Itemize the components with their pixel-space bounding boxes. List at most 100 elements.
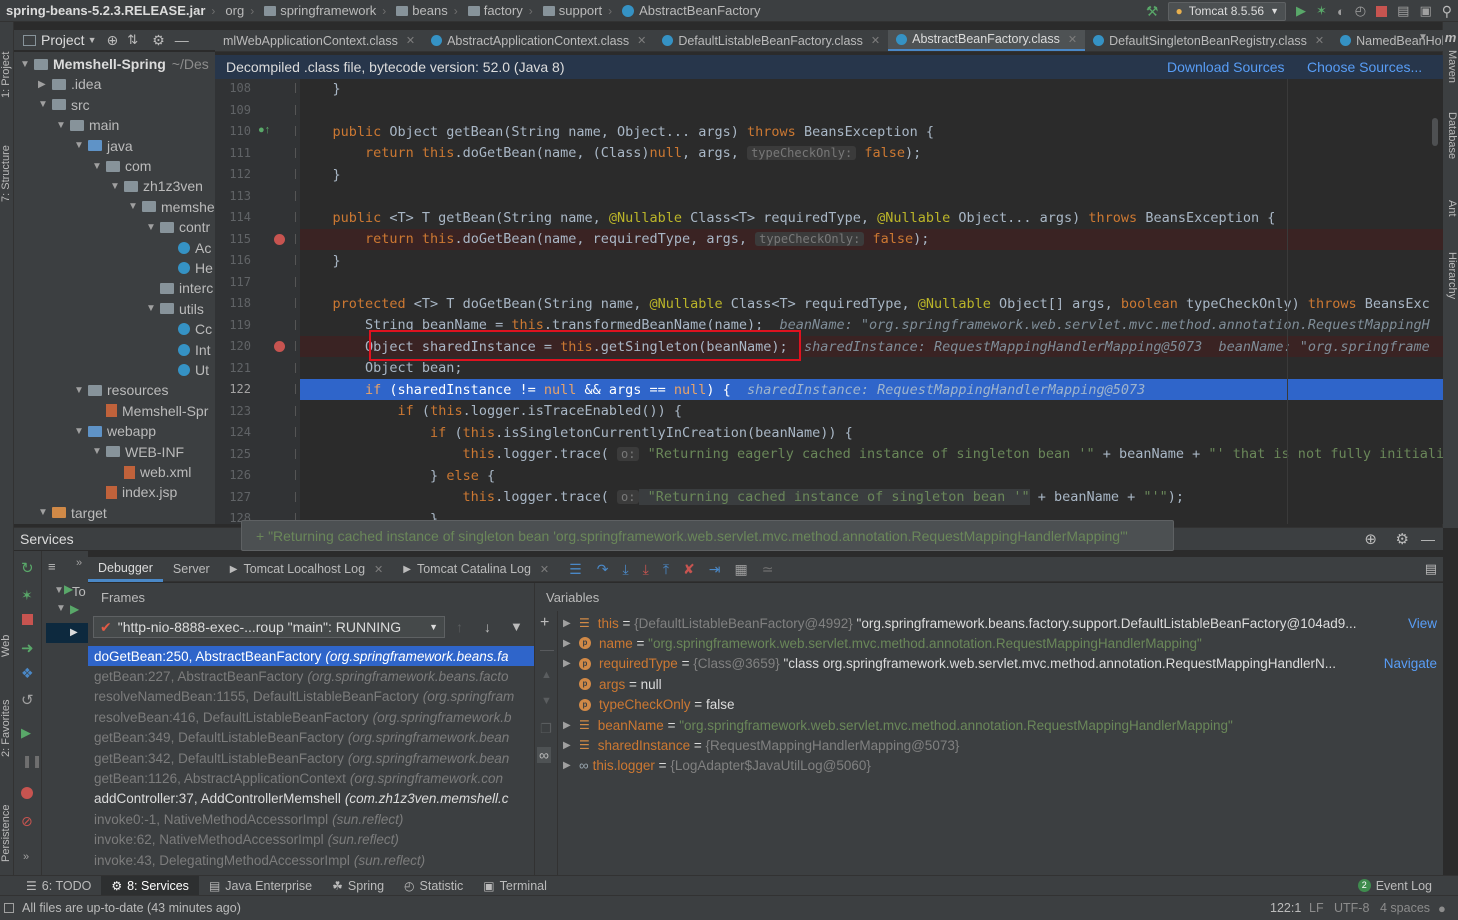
expanded-arrow-icon[interactable]: ▼ xyxy=(146,303,156,314)
tree-node[interactable]: Cc xyxy=(164,319,212,339)
breadcrumb-item[interactable]: spring-beans-5.2.3.RELEASE.jar xyxy=(6,3,205,18)
tab-active[interactable]: AbstractBeanFactory.class ✕ xyxy=(888,30,1086,51)
line-number[interactable]: 109 xyxy=(215,103,251,117)
stack-frame[interactable]: getBean:227, AbstractBeanFactory (org.spr… xyxy=(88,666,534,686)
editor-scrollbar[interactable] xyxy=(1432,118,1438,146)
line-separator[interactable]: LF xyxy=(1309,901,1324,915)
variable-row[interactable]: p typeCheckOnly = false xyxy=(563,695,1441,715)
coverage-icon[interactable]: ◐ xyxy=(1337,4,1345,19)
stack-frame[interactable]: invoke0:-1, NativeMethodAccessorImpl (sun… xyxy=(88,809,534,829)
force-step-into-icon[interactable]: ⤓ xyxy=(643,561,649,578)
tool-window-button[interactable]: ◴ Statistic xyxy=(394,876,473,896)
variable-row[interactable]: ▶ ☰ this = {DefaultListableBeanFactory@499… xyxy=(563,613,1441,633)
stack-frame[interactable]: invoke:62, NativeMethodAccessorImpl (sun.… xyxy=(88,830,534,850)
tree-node[interactable]: ▼ zh1z3ven xyxy=(110,176,203,196)
code-line[interactable]: } xyxy=(300,79,1443,99)
override-icon[interactable]: ●↑ xyxy=(258,124,270,136)
stop-icon[interactable] xyxy=(1376,5,1388,17)
stack-frame[interactable]: getBean:349, DefaultListableBeanFactory(… xyxy=(88,728,534,748)
debugger-tab[interactable]: ▶ Tomcat Catalina Log ✕ xyxy=(393,557,559,582)
tree-node[interactable]: Memshell-Spr xyxy=(92,401,208,421)
line-number[interactable]: 120 xyxy=(215,339,251,353)
tree-node[interactable]: ▼ src xyxy=(38,95,90,115)
breakpoint-icon[interactable] xyxy=(274,341,285,352)
indent-setting[interactable]: 4 spaces xyxy=(1380,901,1430,915)
project-view-selector[interactable]: Project xyxy=(41,32,85,48)
stack-frame[interactable]: invoke:43, DelegatingMethodAccessorImpl(… xyxy=(88,850,534,870)
tree-node[interactable]: ▼ memshe xyxy=(128,197,215,217)
tree-node[interactable]: ▼ utils xyxy=(146,299,204,319)
expanded-arrow-icon[interactable]: ▼ xyxy=(92,446,102,457)
line-number[interactable]: 124 xyxy=(215,425,251,439)
debugger-tab[interactable]: ▶ Tomcat Localhost Log ✕ xyxy=(220,557,394,582)
lock-icon[interactable]: ● xyxy=(1438,901,1446,916)
deploy-icon[interactable]: ➜ xyxy=(21,639,34,657)
tree-node[interactable]: ▼ webapp xyxy=(74,421,156,441)
tree-node[interactable]: ▼ Memshell-Spring ~/Des xyxy=(20,54,209,74)
hide-icon[interactable]: — xyxy=(1421,531,1435,547)
line-number[interactable]: 116 xyxy=(215,253,251,267)
file-encoding[interactable]: UTF-8 xyxy=(1334,901,1369,915)
line-number[interactable]: 108 xyxy=(215,81,251,95)
step-over-icon[interactable]: ↷ xyxy=(597,561,609,578)
tree-node[interactable]: ▼ resources xyxy=(74,380,168,400)
arrow-down-icon[interactable]: ↓ xyxy=(484,619,491,635)
line-number[interactable]: 110 xyxy=(215,124,251,138)
code-line[interactable]: } xyxy=(300,164,1443,185)
crosshair-icon[interactable]: ⊕ xyxy=(1364,530,1377,548)
locate-icon[interactable]: ⊕ xyxy=(107,32,119,49)
expanded-arrow-icon[interactable]: ▼ xyxy=(110,181,120,192)
code-line[interactable] xyxy=(300,100,1443,121)
tree-node[interactable]: ▼ main xyxy=(56,115,119,135)
profile-icon[interactable]: ◴ xyxy=(1355,3,1366,19)
tab[interactable]: DefaultListableBeanFactory.class ✕ xyxy=(654,30,888,51)
maven-m-icon[interactable]: m xyxy=(1443,30,1458,52)
code-line[interactable]: this .logger.trace( o: "Returning eagerly… xyxy=(300,444,1443,465)
collapsed-arrow-icon[interactable]: ▶ xyxy=(38,79,48,90)
tree-node[interactable]: ▼ WEB-INF xyxy=(92,442,184,462)
breadcrumb-item[interactable]: springframework xyxy=(264,3,376,18)
choose-sources-link[interactable]: Choose Sources... xyxy=(1307,59,1422,75)
stack-frame[interactable]: getBean:342, DefaultListableBeanFactory(… xyxy=(88,748,534,768)
debugger-tab[interactable]: Server xyxy=(163,557,220,582)
drop-frame-icon[interactable]: ✘ xyxy=(683,561,695,578)
tree-node[interactable]: Ut xyxy=(164,360,209,380)
expanded-arrow-icon[interactable]: ▼ xyxy=(128,201,138,212)
expand-arrow-icon[interactable]: ▶ xyxy=(563,658,579,669)
code-line[interactable]: return this .doGetBean(name, requiredType… xyxy=(300,228,1443,250)
pause-icon[interactable]: ❚❚ xyxy=(22,754,42,768)
collapse-all-icon[interactable]: ⇅ xyxy=(127,32,138,48)
build-icon[interactable]: ⚒ xyxy=(1146,3,1159,20)
line-number[interactable]: 119 xyxy=(215,318,251,332)
variable-link[interactable]: Navigate xyxy=(1379,656,1437,672)
thread-selector[interactable]: ✔ "http-nio-8888-exec-...roup "main": RU… xyxy=(93,616,445,638)
close-icon[interactable]: ✕ xyxy=(540,563,549,576)
tool-window-button[interactable]: ▤ Java Enterprise xyxy=(199,876,322,896)
expand-arrow-icon[interactable]: ▶ xyxy=(563,720,579,731)
code-line[interactable] xyxy=(300,272,1443,293)
line-number[interactable]: 114 xyxy=(215,210,251,224)
tab[interactable]: mlWebApplicationContext.class ✕ xyxy=(215,30,423,51)
tree-node[interactable]: Int xyxy=(164,340,211,360)
chevron-down-icon[interactable]: ▼ xyxy=(88,35,97,45)
code-editor[interactable]: } public Object getBean(String name, Obj… xyxy=(300,79,1443,524)
stripe-web[interactable]: Web xyxy=(0,617,14,657)
run-to-cursor-icon[interactable]: ⇥ xyxy=(709,561,721,578)
code-line[interactable]: this .logger.trace( o: "Returning cached … xyxy=(300,487,1443,508)
stack-frame[interactable]: addController:37, AddControllerMemshell(… xyxy=(88,789,534,809)
breadcrumb-item[interactable]: org xyxy=(225,3,244,18)
code-line[interactable] xyxy=(300,186,1443,207)
run-config-selector[interactable]: ● Tomcat 8.5.56 ▼ xyxy=(1168,1,1287,21)
variable-row[interactable]: ▶ ☰ sharedInstance = {RequestMappingHandle… xyxy=(563,735,1441,755)
gear-icon[interactable]: ⚙ xyxy=(1396,530,1409,548)
window-layout-icon[interactable] xyxy=(4,903,14,913)
line-number[interactable]: 118 xyxy=(215,296,251,310)
tree-node[interactable]: ▼ java xyxy=(74,136,133,156)
breakpoints-icon[interactable] xyxy=(21,787,33,799)
variable-row[interactable]: ▶ ∞ this.logger = {LogAdapter$JavaUtilLog@… xyxy=(563,756,1441,776)
expanded-arrow-icon[interactable]: ▼ xyxy=(146,222,156,233)
search-icon[interactable]: ⚲ xyxy=(1442,3,1452,20)
caret-position[interactable]: 122:1 xyxy=(1270,901,1301,915)
tool-window-button[interactable]: ☘ Spring xyxy=(322,876,394,896)
trace-icon[interactable]: ≃ xyxy=(762,561,774,578)
